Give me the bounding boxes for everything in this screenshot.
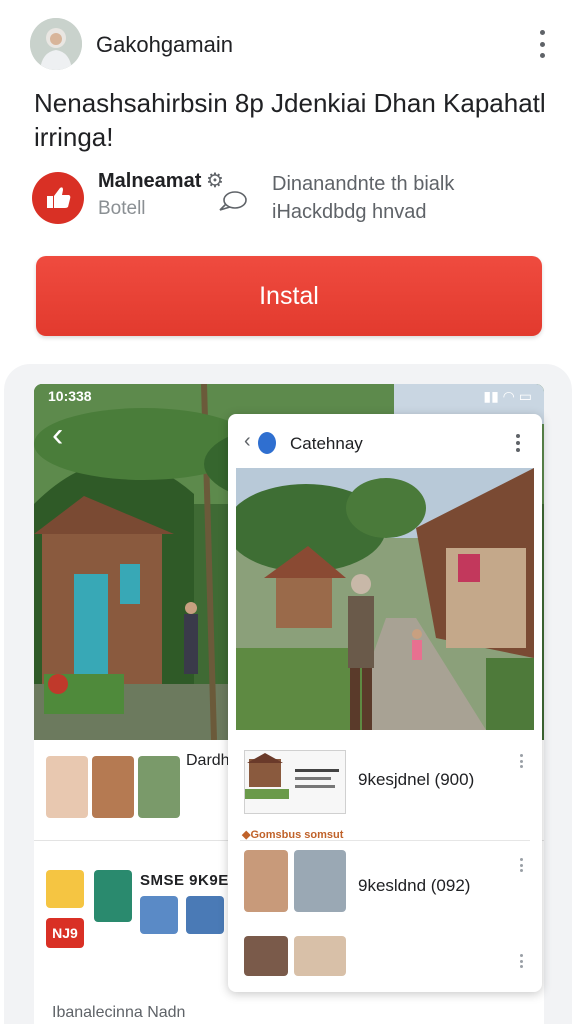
card-header: ‹ Catehnay	[228, 414, 542, 470]
developer-row[interactable]: Malneamat ⚙ Botell Dinanandnte th bialk …	[30, 166, 550, 230]
footer-text: Ibanalecinna Nadn	[52, 1004, 186, 1021]
headline: Nenashsahirbsin 8p Jdenkiai Dhan Kapahat…	[34, 88, 546, 152]
developer-sub: Botell	[98, 198, 146, 219]
divider	[240, 840, 530, 841]
card-title: Catehnay	[290, 434, 363, 453]
app-header: Gakohgamain	[0, 0, 576, 90]
screenshot-card[interactable]: ‹ Catehnay 9kesjdnel (900) ◆Gomsbus soms…	[228, 414, 542, 992]
thumbnail-image	[244, 850, 288, 912]
app-icon	[258, 432, 276, 454]
avatar[interactable]	[140, 896, 178, 934]
more-vert-icon[interactable]	[532, 30, 552, 58]
thumbnail-image	[294, 936, 346, 976]
more-vert-icon[interactable]	[518, 754, 524, 768]
avatar[interactable]	[94, 870, 132, 922]
avatar[interactable]	[46, 870, 84, 908]
row-label: Dardh	[186, 752, 230, 769]
thumbnail-image	[244, 750, 346, 814]
avatar[interactable]	[186, 896, 224, 934]
avatar[interactable]	[30, 18, 82, 70]
app-name: Gakohgamain	[96, 32, 233, 57]
install-button[interactable]: Instal	[36, 256, 542, 336]
status-time: 10:338	[48, 388, 92, 404]
street-photo	[236, 468, 534, 730]
thumbnail-image[interactable]	[138, 756, 180, 818]
more-vert-icon[interactable]	[518, 858, 524, 872]
chat-bubble-icon	[216, 188, 250, 214]
list-item-label: 9kesjdnel (900)	[358, 770, 475, 789]
list-item[interactable]	[228, 934, 542, 992]
developer-name[interactable]: Malneamat	[98, 170, 201, 193]
row-label: SMSE 9K9E	[140, 872, 229, 889]
thumbnail-image	[294, 850, 346, 912]
thumbnail-image[interactable]	[92, 756, 134, 818]
thumbnail-image	[244, 936, 288, 976]
developer-logo-icon	[32, 172, 84, 224]
more-vert-icon[interactable]	[518, 954, 524, 968]
list-item-label: 9kesldnd (092)	[358, 876, 471, 895]
back-arrow-icon[interactable]: ‹	[244, 430, 251, 453]
badge: NJ9	[46, 918, 84, 948]
thumbnail-image[interactable]	[46, 756, 88, 818]
back-arrow-icon[interactable]: ‹	[52, 416, 63, 455]
developer-description: Dinanandnte th bialk iHackdbdg hnvad	[272, 173, 455, 223]
more-vert-icon[interactable]	[514, 434, 522, 452]
status-icons: ▮▮ ◠ ▭	[483, 388, 532, 404]
